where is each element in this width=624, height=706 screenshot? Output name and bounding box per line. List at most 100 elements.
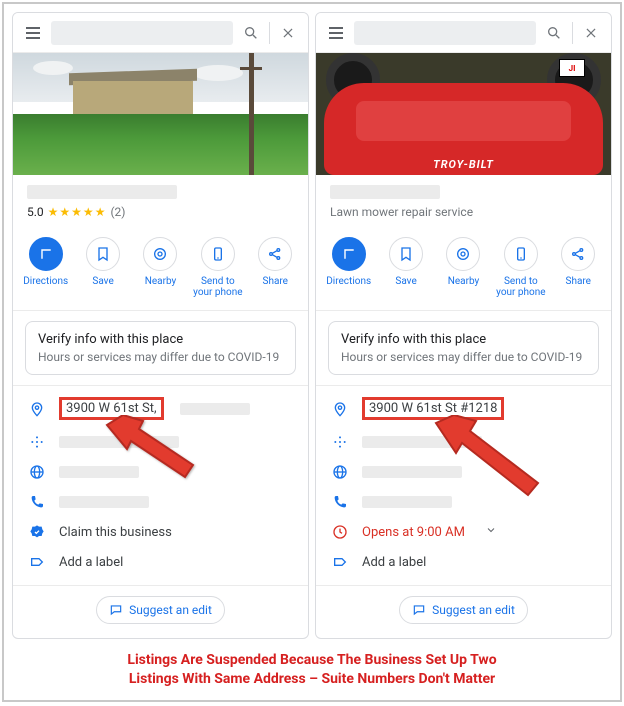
nearby-label: Nearby <box>448 276 480 287</box>
website-redacted <box>362 466 462 478</box>
covid-card[interactable]: Verify info with this place Hours or ser… <box>328 321 599 375</box>
hero-image-left[interactable] <box>13 53 308 175</box>
pin-icon <box>27 401 47 417</box>
hero-image-right[interactable]: JI TROY-BILT <box>316 53 611 175</box>
label-icon <box>330 554 350 570</box>
flag-badge: JI <box>559 59 585 77</box>
chat-icon <box>109 603 123 617</box>
nearby-button[interactable]: Nearby <box>133 237 187 298</box>
pin-icon <box>330 401 350 417</box>
plus-code-icon <box>330 434 350 450</box>
phone-row[interactable] <box>316 487 611 517</box>
panel-left: 5.0 ★★★★★ (2) Directions Save Nearby <box>12 12 309 639</box>
business-name-redacted <box>27 185 177 199</box>
directions-label: Directions <box>23 276 68 287</box>
suggest-label: Suggest an edit <box>129 603 212 617</box>
address-text: 3900 W 61st St, <box>59 397 164 420</box>
panel-right: JI TROY-BILT Lawn mower repair service D… <box>315 12 612 639</box>
phone-redacted <box>59 496 149 508</box>
info-list: 3900 W 61st St #1218 Opens at 9:00 AM <box>316 385 611 585</box>
chat-icon <box>412 603 426 617</box>
search-icon[interactable] <box>237 19 265 47</box>
suggest-edit-button[interactable]: Suggest an edit <box>399 596 528 624</box>
caption-line1: Listings Are Suspended Because The Busin… <box>4 651 620 671</box>
hours-row[interactable]: Opens at 9:00 AM <box>316 517 611 547</box>
plus-code-row[interactable] <box>13 427 308 457</box>
website-row[interactable] <box>13 457 308 487</box>
save-button[interactable]: Save <box>76 237 130 298</box>
label-row[interactable]: Add a label <box>316 547 611 577</box>
plus-code-redacted <box>362 436 482 448</box>
send-to-phone-button[interactable]: Send to your phone <box>191 237 245 298</box>
label-row[interactable]: Add a label <box>13 547 308 577</box>
close-icon[interactable] <box>577 19 605 47</box>
info-list: 3900 W 61st St, Claim this bus <box>13 385 308 585</box>
caption-line2: Listings With Same Address – Suite Numbe… <box>4 670 620 690</box>
address-row[interactable]: 3900 W 61st St #1218 <box>316 390 611 427</box>
plus-code-redacted <box>59 436 179 448</box>
send-label: Send to your phone <box>494 276 548 298</box>
covid-title: Verify info with this place <box>38 332 283 347</box>
category-text: Lawn mower repair service <box>330 205 597 219</box>
caption: Listings Are Suspended Because The Busin… <box>4 651 620 690</box>
send-label: Send to your phone <box>191 276 245 298</box>
menu-icon[interactable] <box>19 19 47 47</box>
close-icon[interactable] <box>274 19 302 47</box>
globe-icon <box>27 464 47 480</box>
phone-icon <box>330 494 350 510</box>
save-label: Save <box>92 276 113 287</box>
phone-redacted <box>362 496 452 508</box>
directions-button[interactable]: Directions <box>322 237 376 298</box>
covid-sub: Hours or services may differ due to COVI… <box>341 350 586 364</box>
covid-card[interactable]: Verify info with this place Hours or ser… <box>25 321 296 375</box>
phone-row[interactable] <box>13 487 308 517</box>
plus-code-icon <box>27 434 47 450</box>
covid-title: Verify info with this place <box>341 332 586 347</box>
covid-sub: Hours or services may differ due to COVI… <box>38 350 283 364</box>
share-button[interactable]: Share <box>248 237 302 298</box>
suggest-edit-button[interactable]: Suggest an edit <box>96 596 225 624</box>
review-count: (2) <box>110 205 125 219</box>
address-row[interactable]: 3900 W 61st St, <box>13 390 308 427</box>
save-button[interactable]: Save <box>379 237 433 298</box>
website-row[interactable] <box>316 457 611 487</box>
share-label: Share <box>566 276 591 287</box>
share-button[interactable]: Share <box>551 237 605 298</box>
send-to-phone-button[interactable]: Send to your phone <box>494 237 548 298</box>
suggest-label: Suggest an edit <box>432 603 515 617</box>
claim-text: Claim this business <box>59 525 172 540</box>
save-label: Save <box>395 276 416 287</box>
directions-button[interactable]: Directions <box>19 237 73 298</box>
nearby-label: Nearby <box>145 276 177 287</box>
nearby-button[interactable]: Nearby <box>436 237 490 298</box>
label-text: Add a label <box>362 555 426 570</box>
globe-icon <box>330 464 350 480</box>
website-redacted <box>59 466 139 478</box>
chevron-down-icon[interactable] <box>485 524 497 540</box>
search-bar <box>316 13 611 53</box>
directions-label: Directions <box>326 276 371 287</box>
verified-icon <box>27 524 47 540</box>
menu-icon[interactable] <box>322 19 350 47</box>
separator <box>269 22 270 44</box>
search-input[interactable] <box>51 21 233 45</box>
actions-row: Directions Save Nearby Send to your phon… <box>13 227 308 311</box>
actions-row: Directions Save Nearby Send to your phon… <box>316 227 611 311</box>
rating-row[interactable]: 5.0 ★★★★★ (2) <box>27 205 294 219</box>
search-bar <box>13 13 308 53</box>
label-icon <box>27 554 47 570</box>
phone-icon <box>27 494 47 510</box>
hours-text: Opens at 9:00 AM <box>362 525 465 540</box>
separator <box>572 22 573 44</box>
plus-code-row[interactable] <box>316 427 611 457</box>
search-input[interactable] <box>354 21 536 45</box>
business-name-redacted <box>330 185 440 199</box>
claim-row[interactable]: Claim this business <box>13 517 308 547</box>
label-text: Add a label <box>59 555 123 570</box>
address-redacted <box>180 403 250 415</box>
star-icons: ★★★★★ <box>48 205 107 219</box>
clock-icon <box>330 524 350 540</box>
address-text: 3900 W 61st St #1218 <box>362 397 504 420</box>
mower-brand: TROY-BILT <box>433 158 494 171</box>
search-icon[interactable] <box>540 19 568 47</box>
